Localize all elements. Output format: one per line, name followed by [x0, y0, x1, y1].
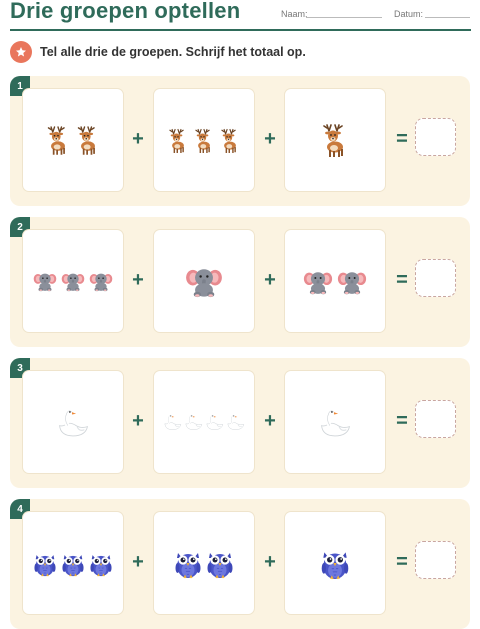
deer-icon	[167, 127, 189, 154]
elephant-icon	[33, 270, 57, 292]
equals-sign: =	[396, 551, 408, 573]
swan-group	[318, 407, 352, 438]
deer-icon	[219, 127, 241, 154]
owl-group	[174, 547, 234, 579]
problem-row-2: 2 + + =	[10, 217, 470, 347]
owl-icon	[320, 546, 350, 580]
swan-icon	[184, 413, 203, 431]
elephant-icon	[89, 270, 113, 292]
owl-icon	[206, 547, 234, 579]
answer-box[interactable]	[415, 118, 456, 156]
group-card	[23, 89, 123, 191]
owl-icon	[61, 550, 85, 577]
problem-row-3: 3 + + =	[10, 358, 470, 488]
name-label: Naam:	[281, 9, 308, 19]
plus-sign: +	[132, 410, 144, 432]
elephant-icon	[61, 270, 85, 292]
elephant-icon	[337, 268, 367, 295]
group-card	[23, 512, 123, 614]
deer-icon	[193, 127, 215, 154]
page-title: Drie groepen optellen	[10, 0, 241, 23]
plus-sign: +	[264, 269, 276, 291]
swan-icon	[56, 407, 90, 438]
plus-sign: +	[132, 128, 144, 150]
deer-group	[45, 124, 101, 156]
swan-icon	[163, 413, 182, 431]
elephant-icon	[303, 268, 333, 295]
date-label: Datum:	[394, 9, 424, 19]
instruction-text: Tel alle drie de groepen. Schrijf het to…	[40, 45, 306, 59]
answer-box[interactable]	[415, 541, 456, 579]
group-card	[285, 230, 385, 332]
owl-icon	[89, 550, 113, 577]
group-card	[285, 371, 385, 473]
owl-icon	[33, 550, 57, 577]
date-field[interactable]	[425, 17, 470, 18]
swan-icon	[226, 413, 245, 431]
plus-sign: +	[132, 269, 144, 291]
equals-sign: =	[396, 128, 408, 150]
swan-icon	[318, 407, 352, 438]
elephant-group	[33, 270, 113, 292]
answer-box[interactable]	[415, 259, 456, 297]
problem-row-1: 1 + + =	[10, 76, 470, 206]
equals-sign: =	[396, 410, 408, 432]
star-icon	[10, 41, 32, 63]
group-card	[285, 89, 385, 191]
group-card	[154, 230, 254, 332]
swan-group	[56, 407, 90, 438]
plus-sign: +	[264, 128, 276, 150]
group-card	[154, 89, 254, 191]
elephant-group	[185, 264, 223, 298]
plus-sign: +	[132, 551, 144, 573]
deer-icon	[45, 124, 71, 156]
deer-group	[167, 127, 241, 154]
problem-row-4: 4 + + =	[10, 499, 470, 629]
instruction: Tel alle drie de groepen. Schrijf het to…	[10, 41, 306, 63]
name-field[interactable]	[306, 17, 382, 18]
group-card	[154, 512, 254, 614]
owl-group	[33, 550, 113, 577]
group-card	[154, 371, 254, 473]
group-card	[285, 512, 385, 614]
elephant-group	[303, 268, 367, 295]
deer-icon	[320, 122, 350, 158]
owl-group	[320, 546, 350, 580]
group-card	[23, 371, 123, 473]
equals-sign: =	[396, 269, 408, 291]
deer-icon	[75, 124, 101, 156]
swan-group	[163, 413, 245, 431]
answer-box[interactable]	[415, 400, 456, 438]
plus-sign: +	[264, 551, 276, 573]
group-card	[23, 230, 123, 332]
header-divider	[10, 29, 471, 31]
deer-group	[320, 122, 350, 158]
elephant-icon	[185, 264, 223, 298]
plus-sign: +	[264, 410, 276, 432]
owl-icon	[174, 547, 202, 579]
swan-icon	[205, 413, 224, 431]
